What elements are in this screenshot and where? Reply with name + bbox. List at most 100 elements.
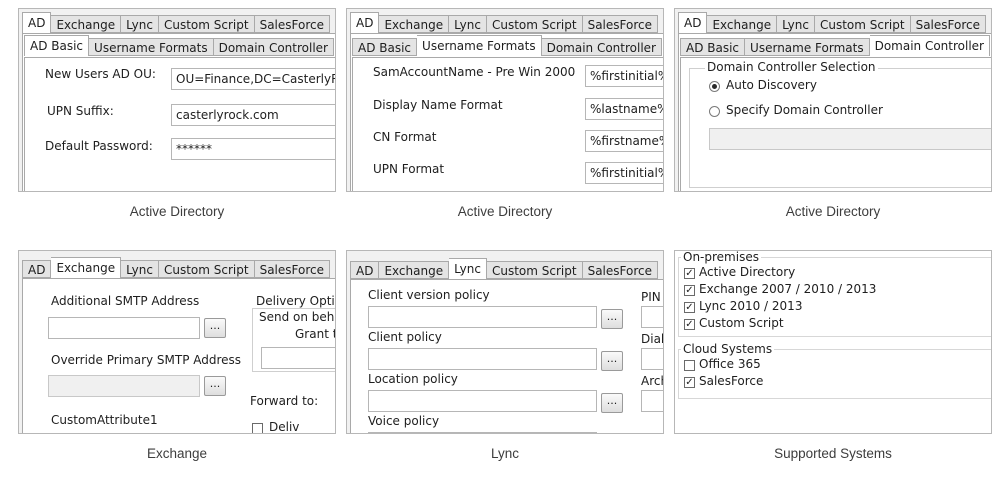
tab-salesforce[interactable]: SalesForce [582,261,658,279]
custom-script-checkbox[interactable]: ✓ [684,319,695,330]
ad-sub-tab-bar: AD Basic Username Formats Domain Control… [680,35,990,56]
tab-salesforce[interactable]: SalesForce [254,260,330,278]
tab-ad[interactable]: AD [22,12,52,33]
caption-active-directory: Active Directory [129,204,225,219]
client-policy-browse-button[interactable]: ... [601,351,623,371]
exchange-checkbox[interactable]: ✓ [684,285,695,296]
sam-account-input[interactable]: %firstinitial%% [585,65,663,87]
location-policy-browse-button[interactable]: ... [601,393,623,413]
override-smtp-browse-button[interactable]: ... [204,376,226,396]
sam-account-label: SamAccountName - Pre Win 2000 [373,65,576,79]
pin-label: PIN [641,290,661,304]
auto-discovery-radio[interactable] [709,81,720,92]
additional-smtp-browse-button[interactable]: ... [204,318,226,338]
client-policy-input[interactable] [368,348,597,370]
tab-ad-basic[interactable]: AD Basic [24,35,90,56]
arch-input[interactable] [641,390,663,412]
override-smtp-input[interactable] [48,375,200,397]
tab-salesforce[interactable]: SalesForce [582,15,658,33]
caption-active-directory: Active Directory [785,204,881,219]
tab-username-formats[interactable]: Username Formats [417,35,542,56]
tab-custom-script[interactable]: Custom Script [486,15,583,33]
voice-policy-input[interactable] [368,432,597,433]
display-name-input[interactable]: %lastname%, % [585,98,663,120]
tab-domain-controller[interactable]: Domain Controller [541,38,662,56]
tab-custom-script[interactable]: Custom Script [486,261,583,279]
supported-systems-window: On-premises ✓ Active Directory ✓ Exchang… [674,250,992,434]
lync-checkbox[interactable]: ✓ [684,302,695,313]
location-policy-input[interactable] [368,390,597,412]
caption-supported-systems: Supported Systems [774,446,892,461]
tab-username-formats[interactable]: Username Formats [89,38,214,56]
tab-lync[interactable]: Lync [121,15,159,33]
client-version-policy-browse-button[interactable]: ... [601,309,623,329]
pin-input[interactable] [641,306,663,328]
deliver-label: Deliv [269,420,300,434]
override-smtp-label: Override Primary SMTP Address [51,353,242,367]
dial-input[interactable] [641,348,663,370]
tab-exchange[interactable]: Exchange [51,15,122,33]
salesforce-checkbox[interactable]: ✓ [684,377,695,388]
location-policy-label: Location policy [368,372,458,386]
ad-basic-window: AD Exchange Lync Custom Script SalesForc… [18,8,336,192]
tab-exchange[interactable]: Exchange [379,261,450,279]
client-policy-label: Client policy [368,330,442,344]
deliver-checkbox[interactable] [252,423,263,433]
tab-exchange[interactable]: Exchange [51,257,122,278]
tab-ad[interactable]: AD [350,261,380,279]
caption-exchange: Exchange [146,446,208,461]
exchange-window: AD Exchange Lync Custom Script SalesForc… [18,250,336,434]
username-formats-content: SamAccountName - Pre Win 2000 %firstinit… [352,57,663,191]
office365-checkbox[interactable] [684,360,695,371]
tab-custom-script[interactable]: Custom Script [158,15,255,33]
default-password-input[interactable]: ****** [171,138,335,160]
send-on-behalf-input[interactable] [261,347,335,369]
tab-domain-controller[interactable]: Domain Controller [213,38,334,56]
main-tab-bar: AD Exchange Lync Custom Script SalesForc… [678,12,986,33]
default-password-label: Default Password: [45,139,153,153]
tab-salesforce[interactable]: SalesForce [254,15,330,33]
main-tab-bar: AD Exchange Lync Custom Script SalesForc… [22,257,330,278]
tab-salesforce[interactable]: SalesForce [910,15,986,33]
tab-ad[interactable]: AD [678,12,708,33]
new-ou-label: New Users AD OU: [45,67,156,81]
tab-exchange[interactable]: Exchange [379,15,450,33]
tab-ad[interactable]: AD [22,260,52,278]
tab-lync[interactable]: Lync [449,258,487,279]
auto-discovery-label: Auto Discovery [726,78,817,92]
tab-lync[interactable]: Lync [121,260,159,278]
tab-lync[interactable]: Lync [449,15,487,33]
tab-username-formats[interactable]: Username Formats [745,38,870,56]
cn-format-label: CN Format [373,130,437,144]
tab-domain-controller[interactable]: Domain Controller [869,35,990,56]
upn-suffix-input[interactable]: casterlyrock.com [171,104,335,126]
ad-sub-tab-bar: AD Basic Username Formats Domain Control… [352,35,662,56]
tab-ad[interactable]: AD [350,12,380,33]
exchange-tab-content: Additional SMTP Address ... Override Pri… [22,278,335,433]
client-version-policy-input[interactable] [368,306,597,328]
tab-ad-basic[interactable]: AD Basic [352,38,418,56]
ad-basic-content: New Users AD OU: OU=Finance,DC=CasterlyR… [24,57,335,191]
active-directory-checkbox[interactable]: ✓ [684,268,695,279]
new-ou-input[interactable]: OU=Finance,DC=CasterlyRock [171,68,335,90]
forward-to-label: Forward to: [250,394,319,408]
main-tab-bar: AD Exchange Lync Custom Script SalesForc… [350,258,658,279]
tab-custom-script[interactable]: Custom Script [814,15,911,33]
lync-label: Lync 2010 / 2013 [699,299,803,313]
salesforce-label: SalesForce [699,374,764,388]
tab-exchange[interactable]: Exchange [707,15,778,33]
tab-ad-basic[interactable]: AD Basic [680,38,746,56]
send-on-behalf-label: Send on beha [257,310,335,324]
additional-smtp-input[interactable] [48,317,200,339]
ad-tab-content: AD Basic Username Formats Domain Control… [678,33,991,191]
dc-selection-title: Domain Controller Selection [705,60,878,74]
tab-lync[interactable]: Lync [777,15,815,33]
dc-name-input[interactable] [709,128,991,150]
tab-custom-script[interactable]: Custom Script [158,260,255,278]
client-version-policy-label: Client version policy [368,288,490,302]
additional-smtp-label: Additional SMTP Address [51,294,200,308]
cn-format-input[interactable]: %firstname% % [585,130,663,152]
specify-dc-radio[interactable] [709,106,720,117]
upn-format-input[interactable]: %firstinitial%% [585,162,663,184]
specify-dc-label: Specify Domain Controller [726,103,883,117]
